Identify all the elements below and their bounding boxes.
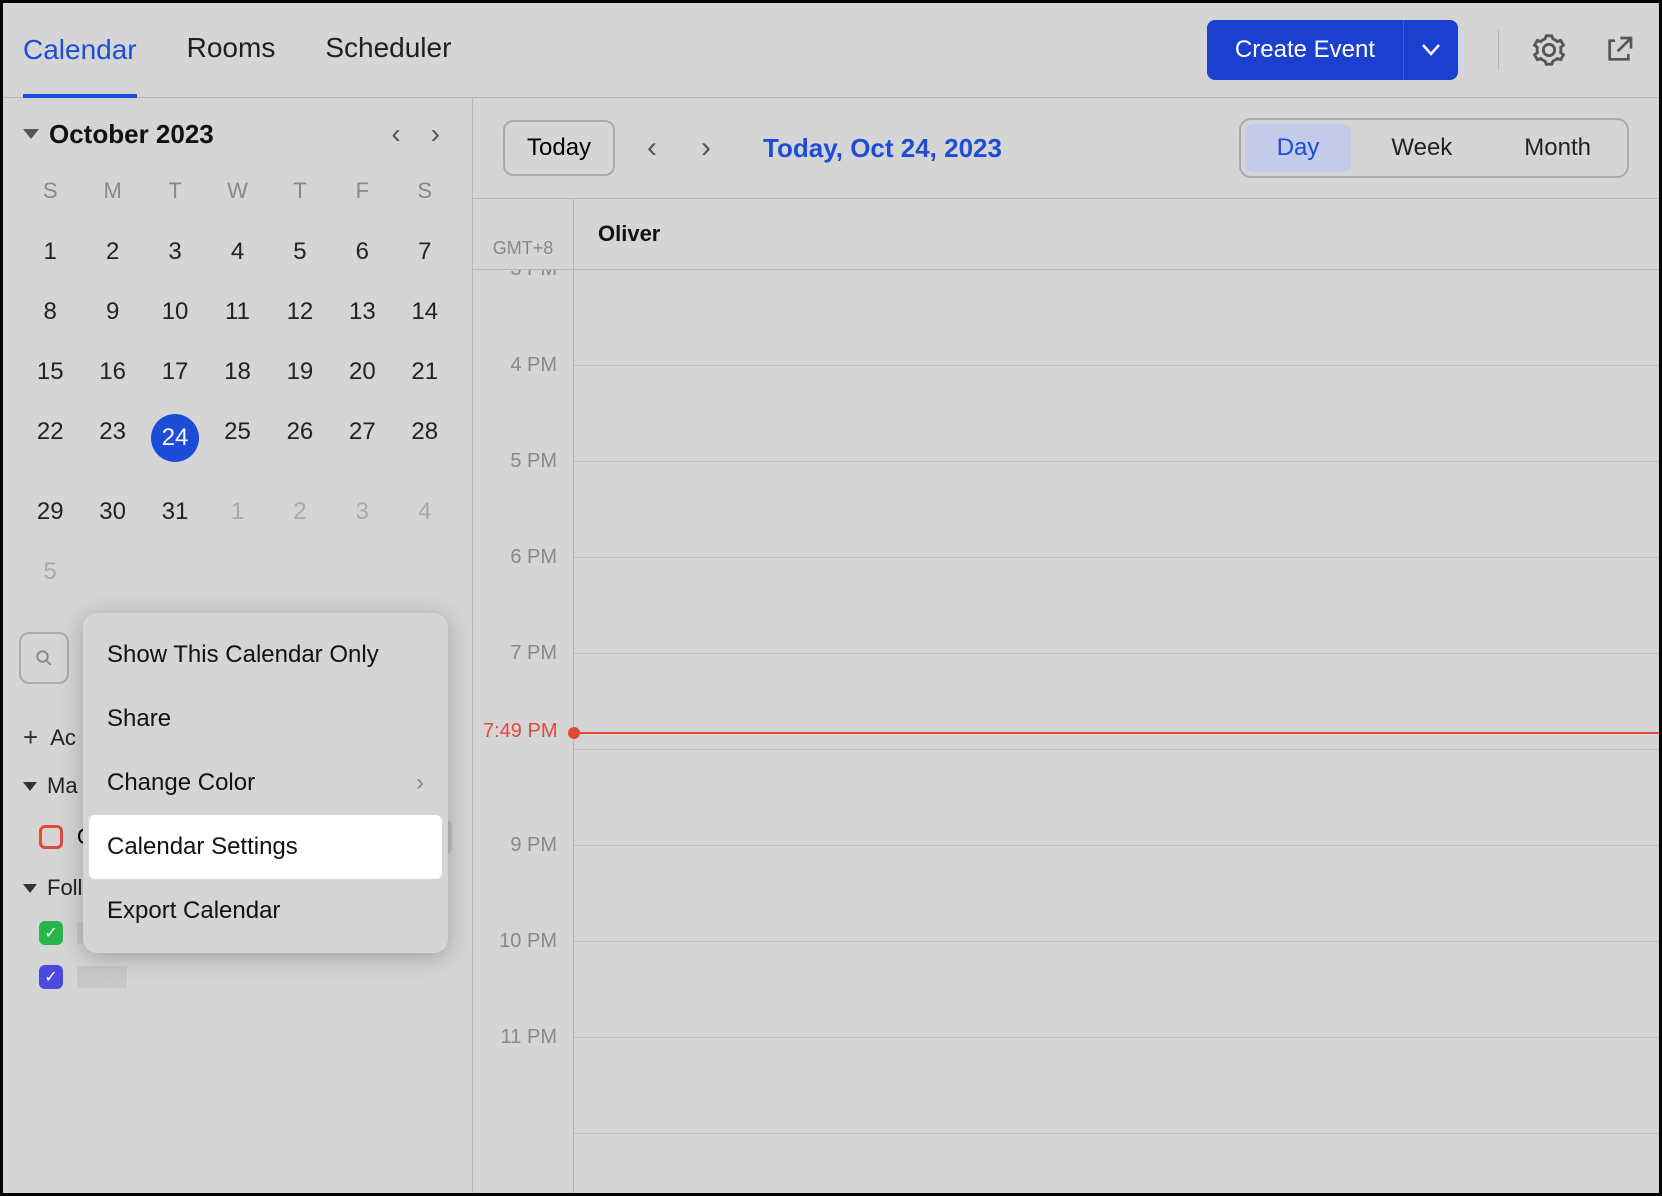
create-event-button[interactable]: Create Event: [1207, 20, 1458, 80]
tab-scheduler[interactable]: Scheduler: [325, 32, 451, 68]
calendar-checkbox[interactable]: [39, 825, 63, 849]
day-cell[interactable]: 17: [144, 342, 206, 402]
view-day[interactable]: Day: [1245, 124, 1352, 172]
gear-icon: [1532, 33, 1566, 67]
day-cell[interactable]: 29: [19, 482, 81, 542]
view-month[interactable]: Month: [1488, 120, 1627, 176]
view-week[interactable]: Week: [1355, 120, 1488, 176]
day-cell[interactable]: 2: [269, 482, 331, 542]
chevron-down-icon: [1422, 44, 1440, 56]
tab-rooms[interactable]: Rooms: [187, 32, 276, 68]
calendar-context-menu: Show This Calendar Only Share Change Col…: [83, 613, 448, 953]
menu-show-only[interactable]: Show This Calendar Only: [83, 623, 448, 687]
day-cell[interactable]: 10: [144, 282, 206, 342]
day-cell[interactable]: 3: [331, 482, 393, 542]
triangle-down-icon: [23, 129, 39, 139]
day-cell[interactable]: 14: [394, 282, 456, 342]
month-picker-header[interactable]: October 2023 ‹ ›: [19, 118, 456, 150]
day-cell[interactable]: 20: [331, 342, 393, 402]
day-cell[interactable]: 28: [394, 402, 456, 482]
calendar-checkbox[interactable]: ✓: [39, 965, 63, 989]
day-cell[interactable]: 25: [206, 402, 268, 482]
settings-button[interactable]: [1529, 30, 1569, 70]
day-cell[interactable]: 23: [81, 402, 143, 482]
day-cell[interactable]: 2: [81, 222, 143, 282]
day-cell[interactable]: 11: [206, 282, 268, 342]
day-cell[interactable]: 3: [144, 222, 206, 282]
topbar: Calendar Rooms Scheduler Create Event: [3, 3, 1659, 98]
day-cell[interactable]: 30: [81, 482, 143, 542]
panel-toolbar: Today ‹ › Today, Oct 24, 2023 Day Week M…: [473, 98, 1659, 198]
chevron-right-icon: ›: [416, 769, 424, 797]
day-cell[interactable]: 16: [81, 342, 143, 402]
day-cell[interactable]: 19: [269, 342, 331, 402]
popout-button[interactable]: [1599, 30, 1639, 70]
prev-day-button[interactable]: ‹: [635, 131, 669, 165]
calendar-label: [77, 966, 127, 988]
now-dot-icon: [568, 727, 580, 739]
day-cell[interactable]: 22: [19, 402, 81, 482]
menu-export-calendar[interactable]: Export Calendar: [83, 879, 448, 943]
current-date-label: Today, Oct 24, 2023: [763, 133, 1002, 164]
day-header: GMT+8 Oliver: [473, 198, 1659, 270]
day-cell[interactable]: 6: [331, 222, 393, 282]
search-icon: [35, 646, 53, 670]
now-indicator: [574, 732, 1659, 734]
day-cell-today[interactable]: 24: [144, 402, 206, 482]
day-cell[interactable]: 4: [206, 222, 268, 282]
calendar-checkbox[interactable]: ✓: [39, 921, 63, 945]
now-time-label: 7:49 PM: [483, 720, 557, 743]
menu-change-color[interactable]: Change Color ›: [83, 751, 448, 815]
day-cell[interactable]: 4: [394, 482, 456, 542]
menu-calendar-settings[interactable]: Calendar Settings: [89, 815, 442, 879]
day-cell[interactable]: 7: [394, 222, 456, 282]
search-input[interactable]: [19, 632, 69, 684]
day-cell[interactable]: 27: [331, 402, 393, 482]
day-cell[interactable]: 31: [144, 482, 206, 542]
timezone-label: GMT+8: [473, 199, 573, 269]
day-cell[interactable]: 8: [19, 282, 81, 342]
prev-month-button[interactable]: ‹: [391, 118, 400, 150]
month-title: October 2023: [49, 119, 214, 150]
triangle-down-icon: [23, 884, 37, 893]
view-toggle: Day Week Month: [1239, 118, 1629, 178]
mini-calendar: S M T W T F S 1 2 3 4 5 6 7 8 9 10 1: [19, 168, 456, 602]
day-cell[interactable]: 18: [206, 342, 268, 402]
day-cell[interactable]: 12: [269, 282, 331, 342]
day-cell[interactable]: 5: [19, 542, 81, 602]
weekday-row: S M T W T F S: [19, 168, 456, 222]
popout-icon: [1603, 34, 1635, 66]
day-column-header: Oliver: [573, 199, 1659, 269]
day-cell[interactable]: 1: [206, 482, 268, 542]
today-button[interactable]: Today: [503, 120, 615, 176]
day-cell[interactable]: 9: [81, 282, 143, 342]
calendar-item[interactable]: ✓: [19, 955, 456, 999]
day-cell[interactable]: 1: [19, 222, 81, 282]
time-grid[interactable]: 3 PM 4 PM 5 PM 6 PM 7 PM 9 PM 10 PM 11 P…: [473, 270, 1659, 1193]
menu-share[interactable]: Share: [83, 687, 448, 751]
day-panel: Today ‹ › Today, Oct 24, 2023 Day Week M…: [473, 98, 1659, 1193]
tab-calendar[interactable]: Calendar: [23, 34, 137, 99]
day-cell[interactable]: 15: [19, 342, 81, 402]
create-event-label: Create Event: [1207, 36, 1403, 64]
triangle-down-icon: [23, 782, 37, 791]
time-slots[interactable]: [573, 270, 1659, 1193]
day-cell[interactable]: 26: [269, 402, 331, 482]
day-cell[interactable]: 5: [269, 222, 331, 282]
next-day-button[interactable]: ›: [689, 131, 723, 165]
main-tabs: Calendar Rooms Scheduler: [23, 1, 451, 99]
day-cell[interactable]: 21: [394, 342, 456, 402]
next-month-button[interactable]: ›: [431, 118, 440, 150]
create-event-dropdown[interactable]: [1404, 44, 1458, 56]
day-cell[interactable]: 13: [331, 282, 393, 342]
